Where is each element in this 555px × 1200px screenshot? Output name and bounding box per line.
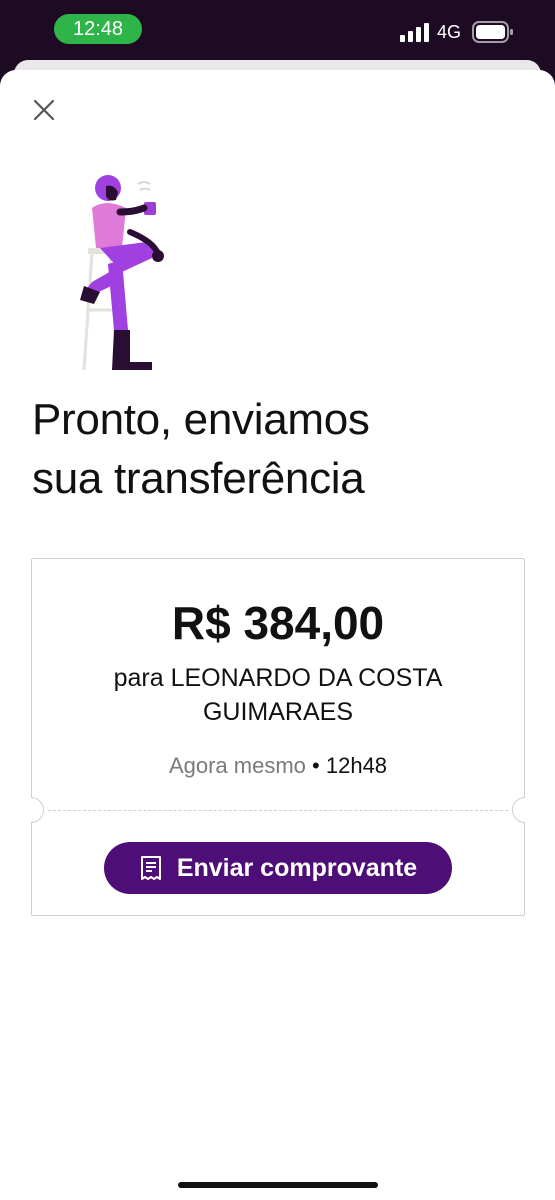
receipt-icon (140, 856, 161, 880)
transfer-receipt-card: R$ 384,00 para LEONARDO DA COSTA GUIMARA… (31, 558, 525, 916)
transfer-amount: R$ 384,00 (171, 597, 385, 649)
transfer-success-sheet: Pronto, enviamos sua transferência R$ 38… (0, 70, 555, 1200)
send-receipt-button[interactable]: Enviar comprovante (104, 842, 452, 894)
ticket-notch-left (31, 797, 44, 823)
title-line-2: sua transferência (32, 454, 365, 503)
transfer-datetime: Agora mesmo • 12h48 (32, 751, 524, 781)
ticket-notch-right (512, 797, 525, 823)
ticket-divider (48, 810, 508, 811)
title-line-1: Pronto, enviamos (32, 395, 370, 444)
datetime-relative: Agora mesmo (168, 753, 306, 778)
datetime-separator: • (312, 753, 320, 778)
status-time: 12:48 (54, 14, 142, 44)
recipient-name: para LEONARDO DA COSTA GUIMARAES (113, 664, 443, 726)
datetime-time: 12h48 (325, 753, 388, 778)
battery-icon (472, 21, 513, 43)
network-type: 4G (437, 22, 462, 42)
signal-icon (400, 23, 429, 42)
send-receipt-label: Enviar comprovante (176, 853, 418, 882)
status-bar: 12:48 4G (0, 0, 555, 62)
page-title: Pronto, enviamos sua transferência (32, 390, 522, 508)
home-indicator[interactable] (178, 1182, 378, 1188)
person-with-coffee-illustration (80, 175, 164, 371)
close-icon[interactable] (26, 92, 62, 128)
